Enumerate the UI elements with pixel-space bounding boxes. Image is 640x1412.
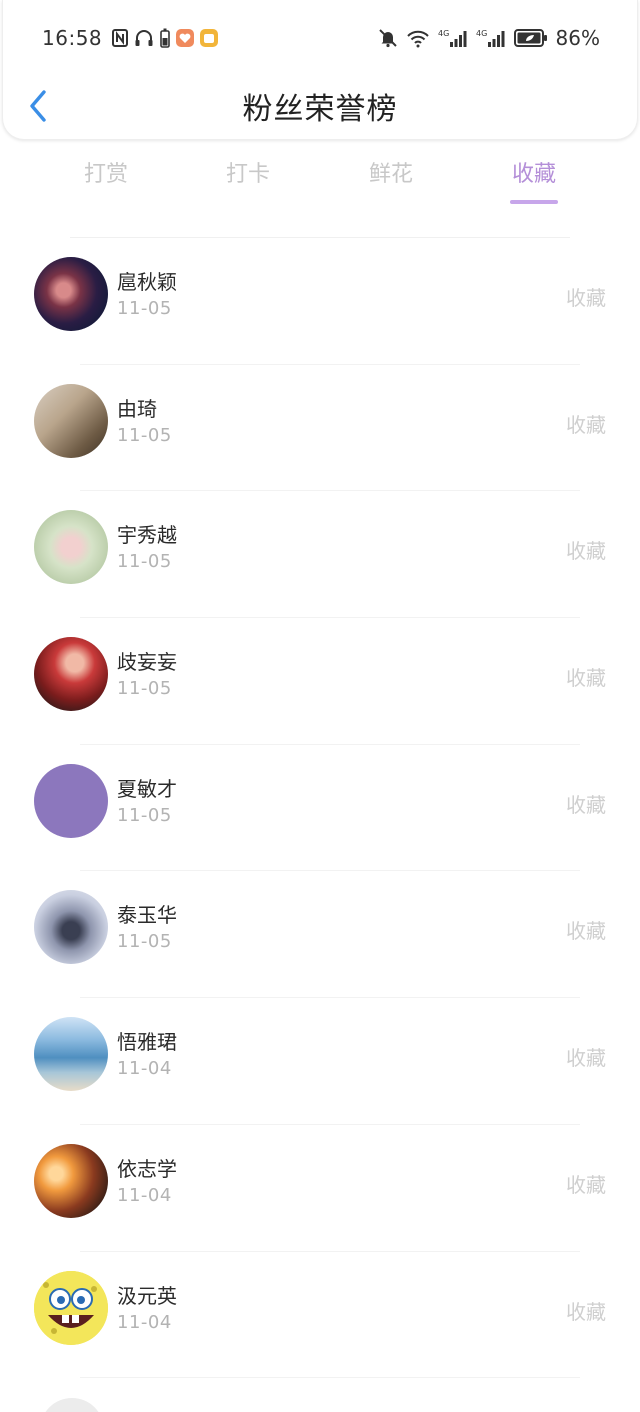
favorite-label: 收藏 [566, 1046, 606, 1071]
tab-bar: 打赏 打卡 鲜花 收藏 [0, 148, 640, 210]
svg-text:4G: 4G [438, 29, 449, 38]
list-item[interactable]: 扈秋颖 11-05 收藏 [0, 238, 640, 365]
fan-date: 11-04 [117, 1184, 172, 1206]
nav-bar: 粉丝荣誉榜 [0, 76, 640, 136]
signal-4g-2-icon: 4G [476, 28, 506, 48]
tab-tip[interactable]: 打赏 [46, 156, 166, 188]
fan-name: 汲元英 [117, 1283, 177, 1308]
favorite-label: 收藏 [566, 412, 606, 437]
favorite-label: 收藏 [566, 286, 606, 310]
tab-checkin[interactable]: 打卡 [188, 156, 308, 188]
app-notification-icon [176, 29, 195, 47]
fan-date: 11-05 [117, 804, 172, 826]
fan-date: 11-04 [117, 1311, 172, 1333]
fan-list: 扈秋颖 11-05 收藏 由琦 11-05 收藏 宇秀越 11-05 收藏 歧妄… [0, 238, 640, 1379]
favorite-label: 收藏 [566, 539, 606, 564]
list-item[interactable]: 悟雅珺 11-04 收藏 [0, 998, 640, 1125]
tab-flowers[interactable]: 鲜花 [331, 156, 451, 188]
avatar [34, 510, 108, 585]
status-right: 4G 4G 86% [378, 26, 600, 50]
mute-bell-icon [378, 28, 398, 48]
fan-name: 歧妄妄 [117, 650, 177, 675]
fan-date: 11-04 [117, 1058, 172, 1080]
nfc-icon [112, 29, 129, 47]
wifi-icon [406, 28, 430, 48]
favorite-label: 收藏 [566, 666, 606, 691]
battery-icon [513, 28, 548, 48]
avatar [34, 637, 108, 712]
app-notification-2-icon [200, 29, 219, 47]
fan-date: 11-05 [117, 931, 172, 953]
status-left: 16:58 [42, 26, 219, 50]
fan-name: 夏敏才 [117, 776, 177, 801]
fan-name: 悟雅珺 [117, 1030, 177, 1055]
battery-percentage: 86% [555, 26, 600, 50]
tab-favorites[interactable]: 收藏 [474, 156, 594, 188]
fan-date: 11-05 [117, 678, 172, 700]
avatar [34, 383, 108, 458]
svg-text:4G: 4G [476, 29, 487, 38]
list-item[interactable]: 汲元英 11-04 收藏 [0, 1252, 640, 1379]
list-item[interactable]: 依志学 11-04 收藏 [0, 1125, 640, 1252]
fan-date: 11-05 [117, 551, 172, 573]
small-battery-icon [160, 28, 170, 48]
divider [80, 1377, 580, 1379]
list-item[interactable]: 宇秀越 11-05 收藏 [0, 491, 640, 619]
list-item[interactable]: 由琦 11-05 收藏 [0, 365, 640, 492]
avatar [34, 890, 108, 965]
favorite-label: 收藏 [566, 919, 606, 944]
fan-name: 扈秋颖 [117, 270, 177, 294]
fan-date: 11-05 [117, 424, 172, 446]
favorite-label: 收藏 [566, 1172, 606, 1197]
favorite-label: 收藏 [566, 1299, 606, 1324]
avatar [34, 257, 108, 331]
list-item[interactable]: 歧妄妄 11-05 收藏 [0, 618, 640, 745]
status-time: 16:58 [42, 26, 103, 50]
favorite-label: 收藏 [566, 792, 606, 817]
fan-name: 由琦 [117, 396, 157, 421]
fan-name: 依志学 [117, 1156, 177, 1181]
list-item[interactable]: 夏敏才 11-05 收藏 [0, 745, 640, 872]
status-bar: 16:58 4G 4G 86% [0, 0, 640, 76]
back-arrow-icon [30, 90, 46, 122]
page-title: 粉丝荣誉榜 [242, 92, 398, 127]
headphones-icon [134, 29, 154, 47]
fan-date: 11-05 [117, 298, 172, 319]
fan-name: 宇秀越 [117, 523, 177, 548]
list-item[interactable]: 泰玉华 11-05 收藏 [0, 871, 640, 999]
signal-4g-1-icon: 4G [438, 28, 468, 48]
fan-honor-page: 16:58 4G 4G 86% 粉丝荣誉榜 打赏 打卡 鲜花 收藏 扈秋颖 11… [0, 0, 640, 1412]
back-button[interactable] [22, 86, 54, 126]
avatar [40, 1398, 104, 1412]
avatar [34, 763, 108, 838]
avatar [34, 1017, 108, 1092]
active-tab-indicator [510, 200, 558, 204]
avatar [34, 1270, 108, 1345]
sponge-face-icon [34, 1270, 108, 1345]
fan-name: 泰玉华 [117, 903, 177, 928]
avatar [34, 1143, 108, 1218]
